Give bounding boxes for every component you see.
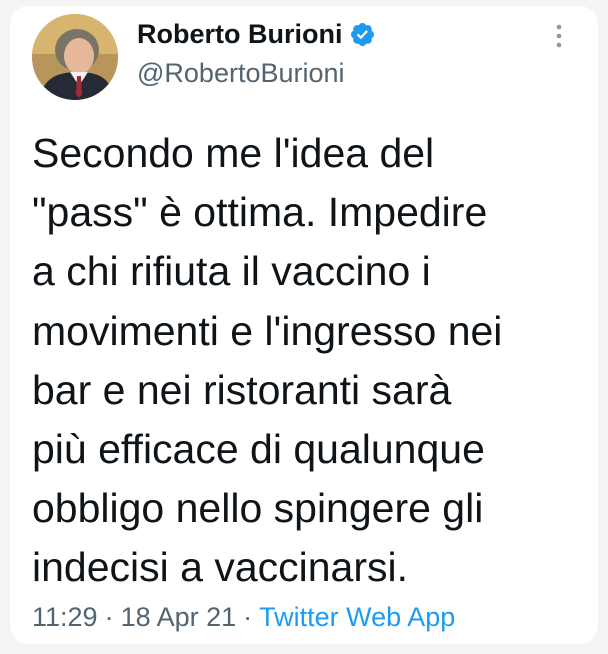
tweet-metadata: 11:29 · 18 Apr 21 · Twitter Web App — [32, 602, 455, 633]
tweet-time[interactable]: 11:29 — [32, 602, 98, 632]
verified-badge-icon — [349, 21, 376, 48]
tweet-text: Secondo me l'idea del "pass" è ottima. I… — [32, 130, 503, 591]
separator-dot: · — [243, 602, 253, 632]
more-options-button[interactable] — [546, 18, 572, 54]
tweet-source-link[interactable]: Twitter Web App — [259, 602, 455, 632]
profile-photo — [32, 14, 118, 100]
more-vertical-icon — [556, 24, 562, 48]
avatar[interactable] — [32, 14, 118, 100]
author-name-row: Roberto Burioni — [137, 16, 376, 52]
separator-dot: · — [104, 602, 114, 632]
tweet-card: Roberto Burioni @RobertoBurioni Secondo … — [10, 6, 598, 644]
tweet-date[interactable]: 18 Apr 21 — [121, 602, 237, 632]
author-handle[interactable]: @RobertoBurioni — [137, 58, 345, 89]
display-name[interactable]: Roberto Burioni — [137, 19, 342, 50]
